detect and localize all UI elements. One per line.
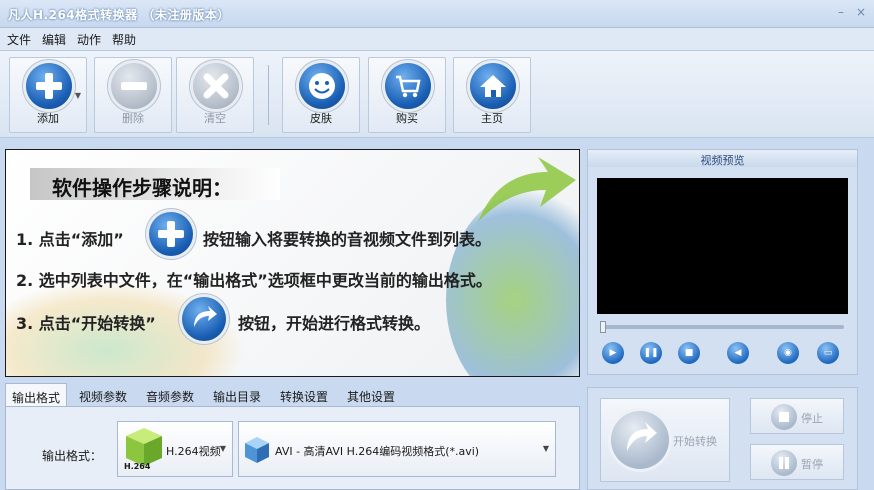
pause-icon[interactable]: ❚❚ [640, 342, 662, 364]
pause-icon [771, 450, 797, 476]
tab-convert-settings[interactable]: 转换设置 [274, 383, 334, 407]
menu-bar: 文件 编辑 动作 帮助 [0, 28, 874, 50]
add-button[interactable]: ▼ 添加 [9, 57, 87, 133]
add-label: 添加 [37, 112, 59, 125]
plus-icon [149, 212, 193, 256]
pause-label: 暂停 [801, 458, 823, 471]
action-panel: 开始转换 停止 暂停 [587, 387, 858, 490]
guide-step-3b: 按钮，开始进行格式转换。 [238, 314, 431, 333]
play-icon[interactable]: ▶ [602, 342, 624, 364]
buy-button[interactable]: 购买 [368, 57, 446, 133]
convert-arrow-icon [182, 297, 226, 341]
home-button[interactable]: 主页 [453, 57, 531, 133]
instruction-panel: 软件操作步骤说明： 1. 点击“添加” 按钮输入将要转换的音视频文件到列表。 2… [5, 149, 580, 377]
guide-heading: 软件操作步骤说明： [52, 176, 232, 200]
guide-step-1a: 1. 点击“添加” [16, 230, 124, 249]
chevron-down-icon: ▼ [219, 444, 226, 453]
output-format-value: AVI - 高清AVI H.264编码视频格式(*.avi) [275, 445, 480, 458]
clear-button[interactable]: 清空 [176, 57, 254, 133]
output-format-label: 输出格式： [42, 449, 103, 463]
delete-label: 删除 [122, 112, 144, 125]
chevron-down-icon: ▼ [542, 444, 549, 453]
start-convert-button[interactable]: 开始转换 [600, 398, 730, 482]
cart-icon [385, 63, 431, 109]
stop-label: 停止 [801, 412, 823, 425]
seek-bar[interactable] [602, 325, 844, 329]
tab-output-format[interactable]: 输出格式 [5, 383, 68, 407]
stop-button[interactable]: 停止 [750, 398, 844, 434]
guide-step-1b: 按钮输入将要转换的音视频文件到列表。 [203, 230, 492, 249]
toolbar: ▼ 添加 删除 清空 皮肤 购买 主页 [0, 50, 874, 138]
blue-cube-icon [245, 437, 269, 463]
volume-icon[interactable]: ◀ [727, 342, 749, 364]
settings-tabs: 输出格式 视频参数 音频参数 输出目录 转换设置 其他设置 [5, 383, 580, 407]
tab-output-dir[interactable]: 输出目录 [207, 383, 267, 407]
window-title: 凡人H.264格式转换器 （未注册版本） [8, 8, 230, 22]
start-convert-label: 开始转换 [673, 435, 717, 448]
buy-label: 购买 [396, 112, 418, 125]
guide-step-3a: 3. 点击“开始转换” [16, 314, 156, 333]
pause-button[interactable]: 暂停 [750, 444, 844, 480]
toolbar-separator [268, 65, 269, 125]
smiley-icon [299, 63, 345, 109]
h264-icon-label: H.264 [124, 462, 151, 471]
video-screen [597, 178, 848, 314]
tab-other-settings[interactable]: 其他设置 [341, 383, 401, 407]
menu-file[interactable]: 文件 [0, 28, 35, 48]
chevron-down-icon[interactable]: ▼ [75, 91, 81, 100]
output-format-panel: 输出格式： H.264 H.264视频 ▼ AVI - 高清AVI H.264编… [5, 406, 580, 490]
guide-step-2: 2. 选中列表中文件，在“输出格式”选项框中更改当前的输出格式。 [16, 271, 492, 290]
menu-action[interactable]: 动作 [70, 28, 105, 48]
home-label: 主页 [481, 112, 503, 125]
close-button[interactable]: × [854, 5, 868, 19]
skin-button[interactable]: 皮肤 [282, 57, 360, 133]
x-icon [193, 63, 239, 109]
skin-label: 皮肤 [310, 112, 332, 125]
clear-label: 清空 [204, 112, 226, 125]
seek-handle[interactable] [600, 321, 606, 333]
snapshot-icon[interactable]: ◉ [777, 342, 799, 364]
output-format-select[interactable]: AVI - 高清AVI H.264编码视频格式(*.avi) ▼ [238, 421, 556, 477]
stop-icon [771, 404, 797, 430]
title-bar: 凡人H.264格式转换器 （未注册版本） – × [0, 0, 874, 28]
tab-video-params[interactable]: 视频参数 [73, 383, 133, 407]
minus-icon [111, 63, 157, 109]
video-preview-panel: 视频预览 ▶ ❚❚ ■ ◀ ◉ ▭ [587, 149, 858, 375]
delete-button[interactable]: 删除 [94, 57, 172, 133]
menu-edit[interactable]: 编辑 [35, 28, 70, 48]
convert-arrow-icon [611, 411, 669, 469]
preview-title: 视频预览 [588, 150, 857, 167]
folder-icon[interactable]: ▭ [817, 342, 839, 364]
house-icon [470, 63, 516, 109]
tab-audio-params[interactable]: 音频参数 [140, 383, 200, 407]
guide-heading-box: 软件操作步骤说明： [30, 168, 280, 200]
format-category-value: H.264视频 [166, 445, 221, 458]
plus-icon [26, 63, 72, 109]
stop-icon[interactable]: ■ [678, 342, 700, 364]
format-category-select[interactable]: H.264 H.264视频 ▼ [117, 421, 233, 477]
minimize-button[interactable]: – [834, 5, 848, 19]
menu-help[interactable]: 帮助 [105, 28, 140, 48]
